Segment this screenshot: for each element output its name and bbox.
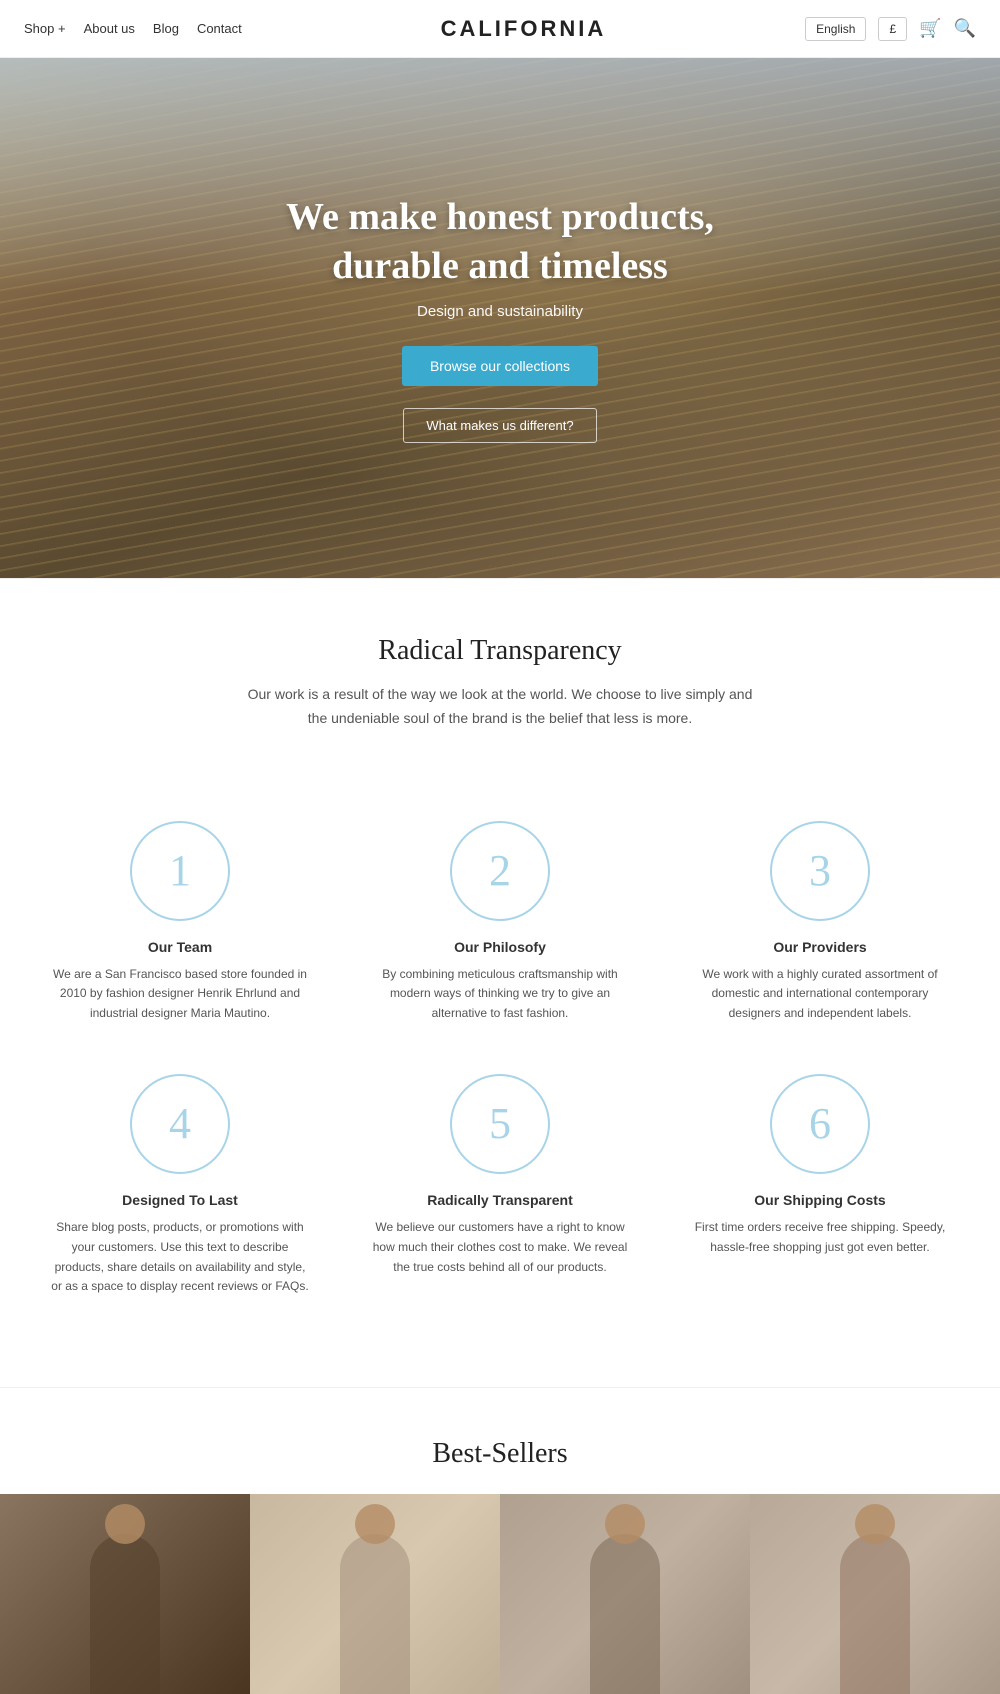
product-card-1[interactable]	[0, 1494, 250, 1694]
nav-about[interactable]: About us	[84, 21, 135, 36]
feature-5: 5 Radically Transparent We believe our c…	[340, 1054, 660, 1327]
features-grid: 1 Our Team We are a San Francisco based …	[0, 771, 1000, 1388]
nav-contact[interactable]: Contact	[197, 21, 242, 36]
feature-3-title: Our Providers	[690, 939, 950, 955]
what-makes-us-button[interactable]: What makes us different?	[403, 408, 596, 443]
feature-1-title: Our Team	[50, 939, 310, 955]
product-figure-2	[340, 1534, 410, 1694]
feature-4-desc: Share blog posts, products, or promotion…	[50, 1218, 310, 1297]
feature-6-circle: 6	[770, 1074, 870, 1174]
product-figure-1	[90, 1534, 160, 1694]
transparency-body: Our work is a result of the way we look …	[240, 683, 760, 731]
feature-2-desc: By combining meticulous craftsmanship wi…	[370, 965, 630, 1024]
feature-6-title: Our Shipping Costs	[690, 1192, 950, 1208]
currency-selector[interactable]: £	[878, 17, 907, 41]
feature-2-circle: 2	[450, 821, 550, 921]
feature-4-circle: 4	[130, 1074, 230, 1174]
product-card-2[interactable]	[250, 1494, 500, 1694]
transparency-heading: Radical Transparency	[60, 635, 940, 667]
hero-title: We make honest products, durable and tim…	[286, 193, 714, 292]
search-icon[interactable]: 🔍	[954, 18, 976, 39]
feature-6-desc: First time orders receive free shipping.…	[690, 1218, 950, 1258]
feature-2-title: Our Philosofy	[370, 939, 630, 955]
product-figure-3	[590, 1534, 660, 1694]
feature-1-circle: 1	[130, 821, 230, 921]
best-sellers-section: Best-Sellers	[0, 1387, 1000, 1694]
feature-1: 1 Our Team We are a San Francisco based …	[20, 801, 340, 1054]
hero-buttons: Browse our collections What makes us dif…	[286, 346, 714, 443]
feature-4: 4 Designed To Last Share blog posts, pro…	[20, 1054, 340, 1327]
nav-shop[interactable]: Shop +	[24, 21, 66, 36]
feature-4-title: Designed To Last	[50, 1192, 310, 1208]
feature-3: 3 Our Providers We work with a highly cu…	[660, 801, 980, 1054]
browse-collections-button[interactable]: Browse our collections	[402, 346, 598, 386]
product-figure-4	[840, 1534, 910, 1694]
feature-6: 6 Our Shipping Costs First time orders r…	[660, 1054, 980, 1327]
transparency-section: Radical Transparency Our work is a resul…	[0, 579, 1000, 771]
product-card-3[interactable]	[500, 1494, 750, 1694]
cart-icon[interactable]: 🛒	[919, 18, 941, 39]
feature-2: 2 Our Philosofy By combining meticulous …	[340, 801, 660, 1054]
feature-5-title: Radically Transparent	[370, 1192, 630, 1208]
hero-subtitle: Design and sustainability	[286, 303, 714, 320]
feature-5-circle: 5	[450, 1074, 550, 1174]
products-grid	[0, 1494, 1000, 1694]
feature-3-circle: 3	[770, 821, 870, 921]
language-selector[interactable]: English	[805, 17, 866, 41]
site-logo[interactable]: CALIFORNIA	[441, 16, 607, 42]
nav-right: English £ 🛒 🔍	[805, 17, 976, 41]
product-card-4[interactable]	[750, 1494, 1000, 1694]
nav-links: Shop + About us Blog Contact	[24, 21, 242, 36]
best-sellers-heading: Best-Sellers	[0, 1438, 1000, 1470]
nav-blog[interactable]: Blog	[153, 21, 179, 36]
hero-section: We make honest products, durable and tim…	[0, 58, 1000, 578]
hero-content: We make honest products, durable and tim…	[286, 193, 714, 444]
feature-1-desc: We are a San Francisco based store found…	[50, 965, 310, 1024]
feature-3-desc: We work with a highly curated assortment…	[690, 965, 950, 1024]
navbar: Shop + About us Blog Contact CALIFORNIA …	[0, 0, 1000, 58]
